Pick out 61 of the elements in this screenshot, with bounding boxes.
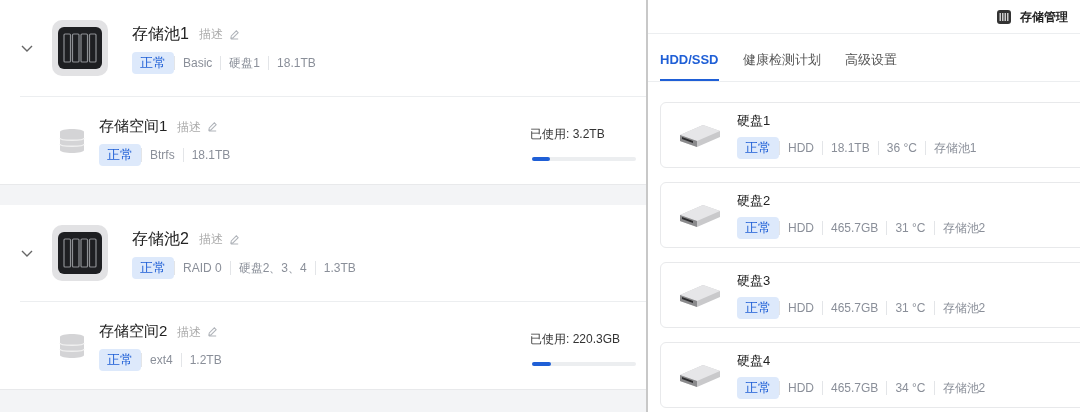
edit-icon[interactable] xyxy=(207,121,219,132)
usage-text: 已使用: 3.2TB xyxy=(530,125,606,143)
disk-name: 硬盘3 xyxy=(737,272,772,291)
meta-text: 31 °C xyxy=(886,220,934,235)
meta-text: 36 °C xyxy=(877,140,925,155)
window-title: 存储管理 xyxy=(1020,8,1068,26)
edit-icon[interactable] xyxy=(228,28,240,40)
meta-text: HDD xyxy=(779,380,822,395)
storage-pool-icon xyxy=(52,20,108,76)
status-badge: 正常 xyxy=(737,376,779,399)
disk-card[interactable]: 硬盘2 正常 HDD 465.7GB 31 °C 存储池2 xyxy=(660,182,1080,248)
disk-name: 硬盘4 xyxy=(737,352,772,371)
meta-text: 31 °C xyxy=(886,300,934,315)
status-badge: 正常 xyxy=(132,52,174,74)
pool-name: 存储池1 xyxy=(132,24,189,44)
database-icon xyxy=(59,126,85,155)
edit-icon[interactable] xyxy=(207,326,219,337)
usage-text: 已使用: 220.3GB xyxy=(530,330,622,348)
meta-text: 存储池2 xyxy=(933,300,994,315)
meta-text: Basic xyxy=(174,56,221,70)
meta-text: HDD xyxy=(779,300,822,315)
disk-name: 硬盘2 xyxy=(737,192,772,211)
meta-text: Btrfs xyxy=(141,147,183,162)
space-name: 存储空间1 xyxy=(99,116,168,137)
tab[interactable]: 健康检测计划 xyxy=(742,49,821,81)
storage-pool-icon xyxy=(52,225,108,281)
edit-icon[interactable] xyxy=(228,233,240,245)
meta-text: 18.1TB xyxy=(268,56,324,70)
pool-name: 存储池2 xyxy=(132,229,189,249)
status-badge: 正常 xyxy=(737,296,779,319)
status-badge: 正常 xyxy=(99,348,141,371)
database-icon xyxy=(59,331,85,360)
meta-text: 1.2TB xyxy=(180,352,230,367)
meta-text: 存储池2 xyxy=(933,380,994,395)
meta-text: 硬盘2、3、4 xyxy=(229,261,315,275)
meta-text: 18.1TB xyxy=(182,147,239,162)
storage-app-icon xyxy=(996,8,1012,25)
tab[interactable]: 高级设置 xyxy=(844,49,897,81)
meta-text: 存储池2 xyxy=(933,220,994,235)
meta-text: 465.7GB xyxy=(822,380,887,395)
space-name: 存储空间2 xyxy=(99,321,168,342)
meta-text: 1.3TB xyxy=(314,261,364,275)
meta-text: HDD xyxy=(779,220,822,235)
status-badge: 正常 xyxy=(99,143,141,166)
meta-text: 存储池1 xyxy=(924,140,985,155)
meta-text: RAID 0 xyxy=(174,261,230,275)
tab[interactable]: HDD/SSD xyxy=(660,49,719,81)
disk-card[interactable]: 硬盘4 正常 HDD 465.7GB 34 °C 存储池2 xyxy=(660,342,1080,408)
meta-text: 34 °C xyxy=(886,380,934,395)
status-badge: 正常 xyxy=(132,257,174,279)
disk-card[interactable]: 硬盘3 正常 HDD 465.7GB 31 °C 存储池2 xyxy=(660,262,1080,328)
status-badge: 正常 xyxy=(737,136,779,159)
meta-text: 465.7GB xyxy=(822,220,887,235)
meta-text: 硬盘1 xyxy=(220,56,269,70)
status-badge: 正常 xyxy=(737,216,779,239)
meta-text: HDD xyxy=(779,140,822,155)
disk-name: 硬盘1 xyxy=(737,112,772,131)
meta-text: ext4 xyxy=(141,352,181,367)
meta-text: 465.7GB xyxy=(822,300,887,315)
meta-text: 18.1TB xyxy=(822,140,878,155)
disk-card[interactable]: 硬盘1 正常 HDD 18.1TB 36 °C 存储池1 xyxy=(660,102,1080,168)
